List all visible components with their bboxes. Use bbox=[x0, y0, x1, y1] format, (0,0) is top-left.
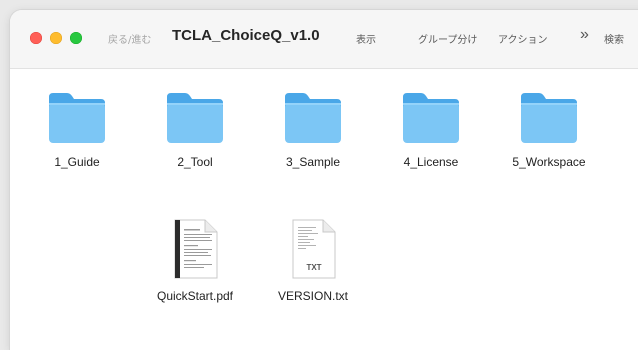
item-label: 2_Tool bbox=[177, 155, 213, 169]
item-label: 5_Workspace bbox=[512, 155, 586, 169]
action-menu-button[interactable]: アクション bbox=[498, 31, 548, 46]
text-document-icon: TXT bbox=[292, 219, 336, 279]
minimize-button[interactable] bbox=[50, 32, 62, 44]
file-item-quickstart-pdf[interactable]: QuickStart.pdf bbox=[140, 219, 250, 303]
pdf-document-icon bbox=[174, 219, 218, 279]
folder-icon bbox=[167, 93, 223, 143]
file-item-version-txt[interactable]: TXT VERSION.txt bbox=[258, 219, 368, 303]
item-label: 3_Sample bbox=[285, 155, 341, 169]
folder-item-2-tool[interactable]: 2_Tool bbox=[140, 89, 250, 169]
search-button[interactable]: 検索 bbox=[604, 31, 624, 46]
window-title: TCLA_ChoiceQ_v1.0 bbox=[172, 27, 320, 44]
view-menu-button[interactable]: 表示 bbox=[356, 31, 376, 46]
finder-window: 戻る/進む TCLA_ChoiceQ_v1.0 表示 グループ分け アクション … bbox=[10, 10, 638, 350]
close-button[interactable] bbox=[30, 32, 42, 44]
file-grid: 1_Guide 2_Tool 3_Sample 4_License 5_Work… bbox=[10, 69, 638, 350]
item-label: 1_Guide bbox=[54, 155, 100, 169]
item-label: 4_License bbox=[403, 155, 459, 169]
folder-icon bbox=[521, 93, 577, 143]
folder-item-1-guide[interactable]: 1_Guide bbox=[22, 89, 132, 169]
folder-icon bbox=[285, 93, 341, 143]
folder-icon bbox=[49, 93, 105, 143]
folder-item-4-license[interactable]: 4_License bbox=[376, 89, 486, 169]
back-forward-button[interactable]: 戻る/進む bbox=[108, 31, 151, 46]
window-toolbar: 戻る/進む TCLA_ChoiceQ_v1.0 表示 グループ分け アクション … bbox=[10, 10, 638, 69]
folder-item-3-sample[interactable]: 3_Sample bbox=[258, 89, 368, 169]
toolbar-overflow-button[interactable]: » bbox=[580, 26, 589, 44]
txt-badge: TXT bbox=[306, 263, 321, 272]
item-label: VERSION.txt bbox=[277, 289, 348, 303]
folder-icon bbox=[403, 93, 459, 143]
item-label: QuickStart.pdf bbox=[156, 289, 234, 303]
zoom-button[interactable] bbox=[70, 32, 82, 44]
group-by-button[interactable]: グループ分け bbox=[418, 31, 477, 46]
folder-item-5-workspace[interactable]: 5_Workspace bbox=[494, 89, 604, 169]
